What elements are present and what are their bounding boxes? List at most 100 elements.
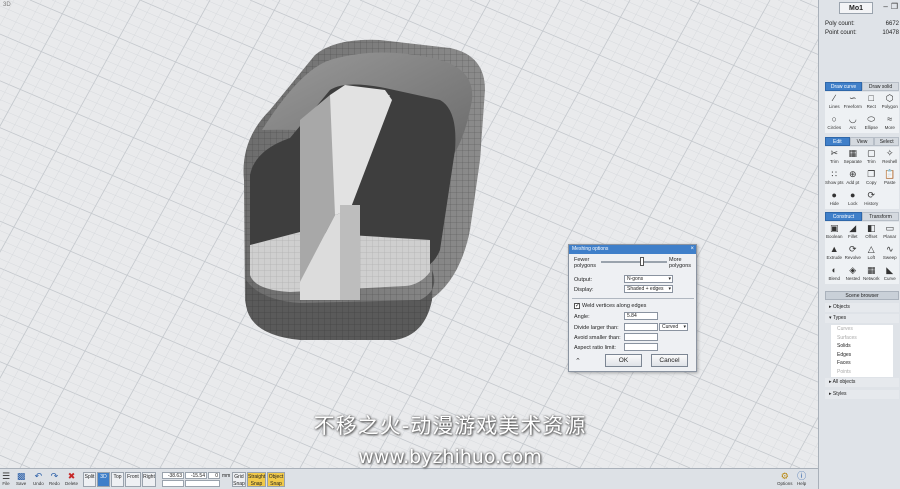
view-front-button[interactable]: Front xyxy=(125,472,141,487)
tool-offset[interactable]: ◧ Offset xyxy=(862,222,881,242)
help-icon: ⓘ xyxy=(797,471,807,481)
tool-freeform[interactable]: ∽ Freeform xyxy=(844,92,863,112)
3d-model[interactable] xyxy=(0,0,818,468)
file-button[interactable]: ☰ File xyxy=(2,471,10,488)
tool-history[interactable]: ⟳ History xyxy=(862,189,881,209)
tab-select[interactable]: Select xyxy=(874,137,900,146)
tool-polygon[interactable]: ⬡ Polygon xyxy=(881,92,900,112)
options-button[interactable]: ⚙ Options xyxy=(777,471,793,488)
output-select[interactable]: N-gons ▾ xyxy=(624,275,673,283)
tool-rect[interactable]: □ Rect xyxy=(862,92,881,112)
object-snap-toggle[interactable]: Object Snap xyxy=(267,472,285,487)
coord-y-field[interactable]: -15.54 xyxy=(185,472,207,479)
dialog-title-bar[interactable]: Meshing options × xyxy=(569,245,696,254)
coord-z-field[interactable]: 0 xyxy=(208,472,220,479)
split-view-button[interactable]: Split xyxy=(83,472,96,487)
tool-revolve[interactable]: ⟳ Revolve xyxy=(844,243,863,263)
tool-nested[interactable]: ◈ Nested xyxy=(844,264,863,284)
tab-construct[interactable]: Construct xyxy=(825,212,862,221)
help-button[interactable]: ⓘ Help xyxy=(797,471,806,488)
view-3d-button[interactable]: 3D xyxy=(97,472,110,487)
save-button[interactable]: ▩ Save xyxy=(16,471,26,488)
tab-transform[interactable]: Transform xyxy=(862,212,899,221)
scene-objects-row[interactable]: ▸ Objects xyxy=(825,303,899,312)
tool-copy[interactable]: ❐ Copy xyxy=(862,168,881,188)
scene-all-objects-row[interactable]: ▸ All objects xyxy=(825,378,899,387)
tool-label: Hide xyxy=(829,201,839,206)
distance-field[interactable] xyxy=(185,480,220,487)
tool-trim-2[interactable]: ▢ Trim xyxy=(862,147,881,167)
document-tab[interactable]: Mo1 xyxy=(839,2,873,14)
coord-x-field[interactable]: -38.63 xyxy=(162,472,184,479)
tool-hide[interactable]: ● Hide xyxy=(825,189,844,209)
aspect-input[interactable] xyxy=(624,343,658,351)
tool-lines[interactable]: ∕ Lines xyxy=(825,92,844,112)
tool-paste[interactable]: 📋 Paste xyxy=(881,168,900,188)
display-value: Shaded + edges xyxy=(627,286,664,292)
reshell-icon: ✧ xyxy=(885,148,894,158)
tool-reshell[interactable]: ✧ Reshell xyxy=(881,147,900,167)
tool-label: Polygon xyxy=(881,104,898,109)
straight-snap-toggle[interactable]: Straight Snap xyxy=(247,472,266,487)
tool-boolean[interactable]: ▣ Boolean xyxy=(825,222,844,242)
delete-button[interactable]: ✖ Delete xyxy=(65,471,78,488)
tool-loft[interactable]: △ Loft xyxy=(862,243,881,263)
tool-fillet[interactable]: ◢ Fillet xyxy=(844,222,863,242)
tool-circles[interactable]: ○ Circles xyxy=(825,113,844,133)
tool-more[interactable]: ≈ More xyxy=(881,113,900,133)
view-top-button[interactable]: Top xyxy=(111,472,124,487)
dialog-title: Meshing options xyxy=(572,246,609,252)
tab-edit[interactable]: Edit xyxy=(825,137,850,146)
status-bar: ☰ File ▩ Save ↶ Undo ↷ Redo ✖ Delete Split 3D… xyxy=(0,468,818,489)
view-right-button[interactable]: Right xyxy=(142,472,156,487)
tool-label: Lock xyxy=(847,201,858,206)
tool-network[interactable]: ▦ Network xyxy=(862,264,881,284)
display-select[interactable]: Shaded + edges ▾ xyxy=(624,285,673,293)
collapse-chevron-icon[interactable]: ⌃ xyxy=(575,357,581,365)
tool-show-points[interactable]: ∷ Show pts xyxy=(825,168,844,188)
scene-browser-header[interactable]: Scene browser xyxy=(825,291,899,300)
cancel-button[interactable]: Cancel xyxy=(651,354,688,367)
weld-label: Weld vertices along edges xyxy=(582,303,647,309)
trim-icon: ▢ xyxy=(866,148,876,158)
tool-arc[interactable]: ◡ Arc xyxy=(844,113,863,133)
tool-add-point[interactable]: ⊕ Add pt xyxy=(844,168,863,188)
tab-draw-solid[interactable]: Draw solid xyxy=(862,82,899,91)
scissors-icon: ✂ xyxy=(830,148,839,158)
tab-draw-curve[interactable]: Draw curve xyxy=(825,82,862,91)
density-slider-track[interactable] xyxy=(601,261,667,263)
tab-view[interactable]: View xyxy=(849,137,875,146)
divide-mode-select[interactable]: Curved ▾ xyxy=(659,323,688,331)
tool-blend[interactable]: ◐ Blend xyxy=(825,264,844,284)
grid-snap-toggle[interactable]: Grid Snap xyxy=(232,472,246,487)
3d-viewport[interactable]: 3D xyxy=(0,0,818,468)
tool-extrude[interactable]: ▲ Extrude xyxy=(825,243,844,263)
tool-separate[interactable]: ▦ Separate xyxy=(844,147,863,167)
scene-styles-row[interactable]: ▸ Styles xyxy=(825,390,899,399)
tool-sweep[interactable]: ∿ Sweep xyxy=(881,243,900,263)
tool-trim[interactable]: ✂ Trim xyxy=(825,147,844,167)
minimize-icon[interactable]: – xyxy=(883,2,887,11)
tool-label: Reshell xyxy=(882,159,898,164)
close-icon[interactable]: × xyxy=(690,245,694,254)
tool-label: Fillet xyxy=(847,234,858,239)
angle-input[interactable]: 5.84 xyxy=(624,312,658,320)
tool-curve[interactable]: ◣ Curve xyxy=(881,264,900,284)
step-field[interactable] xyxy=(162,480,184,487)
scene-type-item[interactable]: Points xyxy=(831,368,893,377)
avoid-input[interactable] xyxy=(624,333,658,341)
tool-ellipse[interactable]: ⬭ Ellipse xyxy=(862,113,881,133)
save-label: Save xyxy=(16,481,27,486)
scene-types-row[interactable]: ▾ Types xyxy=(825,314,899,323)
undo-button[interactable]: ↶ Undo xyxy=(33,471,44,488)
restore-icon[interactable]: ❐ xyxy=(891,2,898,11)
divide-mode-value: Curved xyxy=(662,324,679,330)
tool-label: Revolve xyxy=(844,255,861,260)
ok-button[interactable]: OK xyxy=(605,354,642,367)
weld-checkbox[interactable]: ✓ xyxy=(574,303,580,309)
density-slider-thumb[interactable] xyxy=(639,257,644,266)
redo-button[interactable]: ↷ Redo xyxy=(49,471,60,488)
tool-planar[interactable]: ▭ Planar xyxy=(881,222,900,242)
divide-input[interactable] xyxy=(624,323,658,331)
tool-lock[interactable]: ● Lock xyxy=(844,189,863,209)
